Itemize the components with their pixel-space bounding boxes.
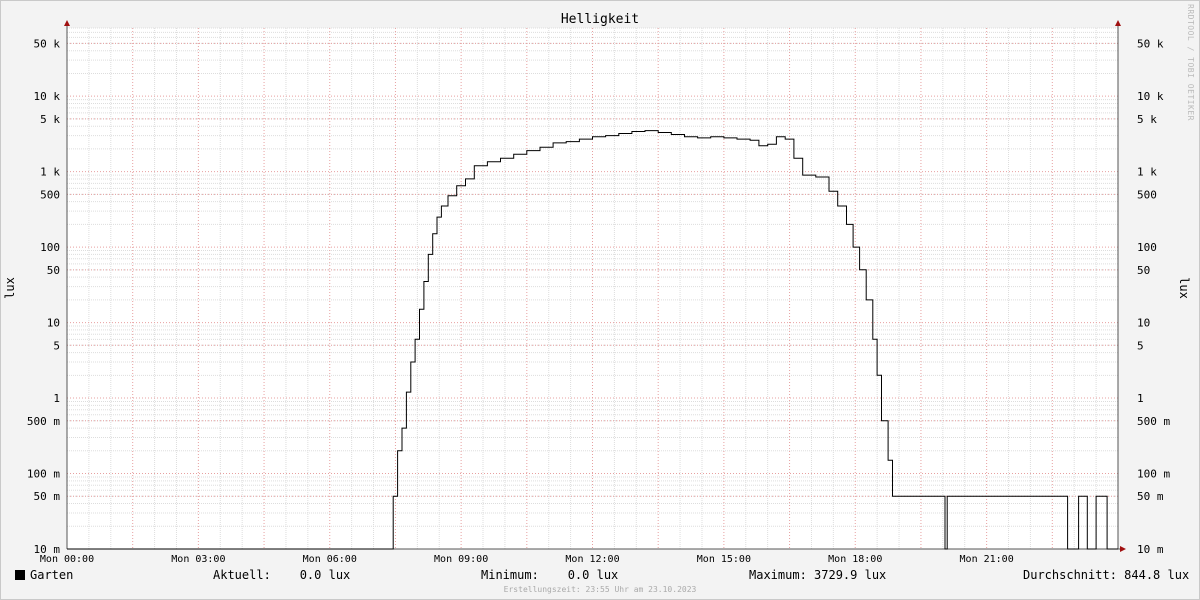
y-tick-label-left: 500 m bbox=[27, 415, 60, 428]
legend-average: Durchschnitt: 844.8 lux bbox=[1023, 568, 1190, 582]
y-tick-label-left: 50 bbox=[47, 264, 60, 277]
x-tick-labels: Mon 00:00 Mon 03:00 Mon 06:00 Mon 09:00 Mon … bbox=[40, 554, 1014, 565]
legend-series-name: Garten bbox=[30, 568, 74, 582]
x-tick-label: Mon 00:00 bbox=[40, 554, 94, 565]
x-tick-label: Mon 06:00 bbox=[303, 554, 357, 565]
y-axis-label-left: lux bbox=[3, 277, 17, 299]
y-tick-label-left: 10 k bbox=[34, 90, 61, 103]
brightness-chart: 50 k 10 k 5 k 1 k 500 100 50 10 5 1 500 m 100 m 50 m… bbox=[3, 12, 1191, 565]
x-tick-label: Mon 09:00 bbox=[434, 554, 488, 565]
y-tick-label-right: 5 bbox=[1137, 339, 1144, 352]
footer-timestamp: Erstellungszeit: 23:55 Uhr am 23.10.2023 bbox=[503, 585, 697, 594]
y-axis-label-right: lux bbox=[1177, 277, 1191, 299]
y-tick-label-right: 10 m bbox=[1137, 543, 1164, 556]
y-tick-label-right: 50 k bbox=[1137, 37, 1164, 50]
y-tick-label-right: 10 k bbox=[1137, 90, 1164, 103]
y-tick-label-left: 100 bbox=[40, 241, 60, 254]
y-tick-label-right: 500 bbox=[1137, 188, 1157, 201]
x-tick-label: Mon 15:00 bbox=[697, 554, 751, 565]
y-tick-label-left: 500 bbox=[40, 188, 60, 201]
legend-maximum: Maximum: 3729.9 lux bbox=[749, 568, 887, 582]
x-tick-label: Mon 18:00 bbox=[828, 554, 882, 565]
y-tick-label-right: 100 bbox=[1137, 241, 1157, 254]
chart-title: Helligkeit bbox=[561, 12, 639, 27]
x-axis-arrow bbox=[1120, 546, 1126, 552]
y-tick-label-left: 50 m bbox=[34, 490, 61, 503]
x-tick-label: Mon 03:00 bbox=[171, 554, 225, 565]
y-tick-label-right: 50 bbox=[1137, 264, 1150, 277]
y-axis-arrow-right bbox=[1115, 20, 1121, 26]
y-tick-label-right: 100 m bbox=[1137, 468, 1170, 481]
y-tick-label-right: 500 m bbox=[1137, 415, 1170, 428]
y-tick-labels-left: 50 k 10 k 5 k 1 k 500 100 50 10 5 1 500 m 100 m 50 m… bbox=[27, 37, 60, 556]
legend-swatch bbox=[15, 570, 25, 580]
legend-current: Aktuell: 0.0 lux bbox=[213, 568, 351, 582]
y-tick-label-left: 100 m bbox=[27, 468, 60, 481]
y-axis-arrow-left bbox=[64, 20, 70, 26]
y-tick-label-left: 1 k bbox=[40, 166, 60, 179]
x-tick-label: Mon 21:00 bbox=[960, 554, 1014, 565]
y-tick-label-right: 10 bbox=[1137, 317, 1150, 330]
watermark: RRDTOOL / TOBI OETIKER bbox=[1186, 4, 1195, 121]
y-tick-label-right: 5 k bbox=[1137, 113, 1157, 126]
y-tick-label-right: 1 bbox=[1137, 392, 1144, 405]
x-tick-label: Mon 12:00 bbox=[565, 554, 619, 565]
y-tick-label-left: 50 k bbox=[34, 37, 61, 50]
y-tick-label-left: 5 k bbox=[40, 113, 60, 126]
y-tick-label-left: 1 bbox=[53, 392, 60, 405]
y-tick-label-left: 5 bbox=[53, 339, 60, 352]
y-tick-labels-right: 50 k 10 k 5 k 1 k 500 100 50 10 5 1 500 m 100 m 50 m… bbox=[1137, 37, 1170, 556]
legend-minimum: Minimum: 0.0 lux bbox=[481, 568, 619, 582]
y-tick-label-right: 1 k bbox=[1137, 166, 1157, 179]
y-tick-label-right: 50 m bbox=[1137, 490, 1164, 503]
y-tick-label-left: 10 bbox=[47, 317, 60, 330]
